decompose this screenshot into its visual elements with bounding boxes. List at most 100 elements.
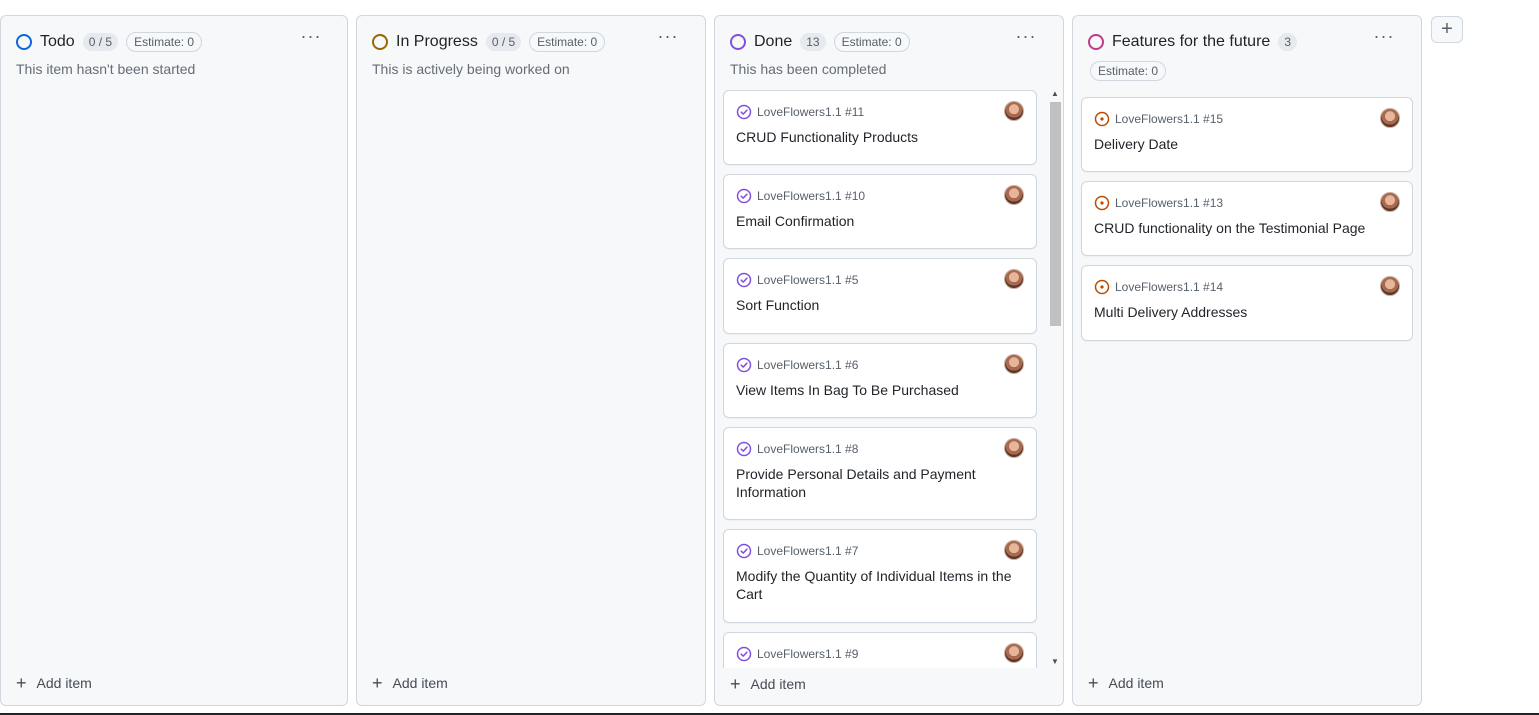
issue-reference[interactable]: LoveFlowers1.1 #5 (736, 271, 858, 289)
issue-ref-text: LoveFlowers1.1 #8 (757, 442, 859, 456)
add-item-label: Add item (750, 676, 806, 692)
issue-card[interactable]: LoveFlowers1.1 #11 CRUD Functionality Pr… (723, 90, 1037, 165)
open-issue-icon (1094, 111, 1110, 127)
issue-card[interactable]: LoveFlowers1.1 #15 Delivery Date (1081, 97, 1413, 172)
column-description: This has been completed (730, 61, 887, 77)
issue-title[interactable]: View Items In Bag To Be Purchased (736, 381, 1024, 399)
scrollbar-thumb[interactable] (1050, 102, 1061, 326)
add-item-label: Add item (392, 675, 448, 691)
issue-ref-text: LoveFlowers1.1 #10 (757, 189, 866, 203)
column-title: Features for the future (1112, 33, 1271, 50)
closed-issue-icon (736, 188, 752, 204)
issue-reference[interactable]: LoveFlowers1.1 #13 (1094, 194, 1223, 212)
add-column-button[interactable]: + (1431, 16, 1463, 43)
status-circle-icon (372, 34, 388, 50)
column-done: Done 13 Estimate: 0 ··· This has been co… (714, 15, 1064, 706)
issue-reference[interactable]: LoveFlowers1.1 #11 (736, 103, 864, 121)
issue-reference[interactable]: LoveFlowers1.1 #15 (1094, 110, 1223, 128)
item-count-badge: 0 / 5 (485, 33, 522, 51)
assignee-avatar[interactable] (1004, 354, 1024, 374)
assignee-avatar[interactable] (1004, 101, 1024, 121)
issue-card[interactable]: LoveFlowers1.1 #13 CRUD functionality on… (1081, 181, 1413, 256)
issue-reference[interactable]: LoveFlowers1.1 #8 (736, 440, 858, 458)
closed-issue-icon (736, 104, 752, 120)
issue-card[interactable]: LoveFlowers1.1 #9 (723, 632, 1037, 668)
assignee-avatar[interactable] (1380, 276, 1400, 296)
plus-icon: + (16, 673, 27, 693)
add-item-button[interactable]: + Add item (372, 673, 448, 693)
assignee-avatar[interactable] (1004, 269, 1024, 289)
issue-reference[interactable]: LoveFlowers1.1 #7 (736, 542, 858, 560)
closed-issue-icon (736, 543, 752, 559)
card-list: LoveFlowers1.1 #11 CRUD Functionality Pr… (715, 88, 1045, 668)
add-item-button[interactable]: + Add item (730, 674, 806, 694)
assignee-avatar[interactable] (1004, 540, 1024, 560)
issue-reference[interactable]: LoveFlowers1.1 #9 (736, 645, 858, 663)
status-circle-icon (16, 34, 32, 50)
open-issue-icon (1094, 195, 1110, 211)
estimate-badge: Estimate: 0 (126, 32, 203, 52)
add-item-label: Add item (36, 675, 92, 691)
issue-title[interactable]: Modify the Quantity of Individual Items … (736, 567, 1024, 603)
item-count-badge: 13 (800, 33, 826, 51)
issue-title[interactable]: Sort Function (736, 296, 1024, 314)
item-count-badge: 0 / 5 (82, 33, 119, 51)
issue-card[interactable]: LoveFlowers1.1 #5 Sort Function (723, 258, 1037, 334)
issue-card[interactable]: LoveFlowers1.1 #10 Email Confirmation (723, 174, 1037, 249)
add-item-button[interactable]: + Add item (16, 673, 92, 693)
assignee-avatar[interactable] (1004, 643, 1024, 663)
issue-reference[interactable]: LoveFlowers1.1 #14 (1094, 278, 1223, 296)
plus-icon: + (1088, 673, 1099, 693)
issue-title[interactable]: Email Confirmation (736, 212, 1024, 230)
issue-reference[interactable]: LoveFlowers1.1 #6 (736, 356, 858, 374)
issue-card[interactable]: LoveFlowers1.1 #7 Modify the Quantity of… (723, 529, 1037, 623)
assignee-avatar[interactable] (1004, 185, 1024, 205)
issue-reference[interactable]: LoveFlowers1.1 #10 (736, 187, 865, 205)
item-count-badge: 3 (1278, 33, 1297, 51)
issue-title[interactable]: Delivery Date (1094, 135, 1400, 153)
column-more-options-button[interactable]: ··· (654, 27, 682, 51)
estimate-badge: Estimate: 0 (529, 32, 606, 52)
column-header: Done 13 Estimate: 0 (730, 29, 1048, 55)
add-item-label: Add item (1108, 675, 1164, 691)
plus-icon: + (372, 673, 383, 693)
column-title: Done (754, 33, 793, 50)
column-header: Todo 0 / 5 Estimate: 0 (16, 29, 332, 55)
column-description: This is actively being worked on (372, 61, 570, 77)
column-title: Todo (40, 33, 75, 50)
closed-issue-icon (736, 441, 752, 457)
column-todo: Todo 0 / 5 Estimate: 0 ··· This item has… (0, 15, 348, 706)
issue-title[interactable]: Provide Personal Details and Payment Inf… (736, 465, 1024, 501)
issue-card[interactable]: LoveFlowers1.1 #14 Multi Delivery Addres… (1081, 265, 1413, 341)
scroll-up-arrow-icon[interactable]: ▲ (1049, 88, 1061, 100)
issue-title[interactable]: CRUD functionality on the Testimonial Pa… (1094, 219, 1400, 237)
column-more-options-button[interactable]: ··· (1370, 27, 1398, 51)
status-circle-icon (730, 34, 746, 50)
column-features-for-the-future: Features for the future 3 ··· Estimate: … (1072, 15, 1422, 706)
column-in-progress: In Progress 0 / 5 Estimate: 0 ··· This i… (356, 15, 706, 706)
column-more-options-button[interactable]: ··· (1012, 27, 1040, 51)
issue-ref-text: LoveFlowers1.1 #9 (757, 647, 859, 661)
issue-card[interactable]: LoveFlowers1.1 #6 View Items In Bag To B… (723, 343, 1037, 418)
assignee-avatar[interactable] (1380, 108, 1400, 128)
issue-ref-text: LoveFlowers1.1 #5 (757, 273, 859, 287)
scroll-down-arrow-icon[interactable]: ▼ (1049, 656, 1061, 668)
scrollbar[interactable]: ▲ ▼ (1049, 88, 1061, 668)
issue-title[interactable]: Multi Delivery Addresses (1094, 303, 1400, 321)
issue-ref-text: LoveFlowers1.1 #7 (757, 544, 859, 558)
issue-ref-text: LoveFlowers1.1 #11 (757, 105, 865, 119)
closed-issue-icon (736, 357, 752, 373)
issue-ref-text: LoveFlowers1.1 #14 (1115, 280, 1224, 294)
issue-card[interactable]: LoveFlowers1.1 #8 Provide Personal Detai… (723, 427, 1037, 520)
column-description: This item hasn't been started (16, 61, 196, 77)
closed-issue-icon (736, 272, 752, 288)
open-issue-icon (1094, 279, 1110, 295)
assignee-avatar[interactable] (1004, 438, 1024, 458)
issue-ref-text: LoveFlowers1.1 #15 (1115, 112, 1224, 126)
column-more-options-button[interactable]: ··· (297, 27, 325, 51)
add-item-button[interactable]: + Add item (1088, 673, 1164, 693)
column-header: In Progress 0 / 5 Estimate: 0 (372, 29, 690, 55)
assignee-avatar[interactable] (1380, 192, 1400, 212)
issue-title[interactable]: CRUD Functionality Products (736, 128, 1024, 146)
plus-icon: + (730, 674, 741, 694)
